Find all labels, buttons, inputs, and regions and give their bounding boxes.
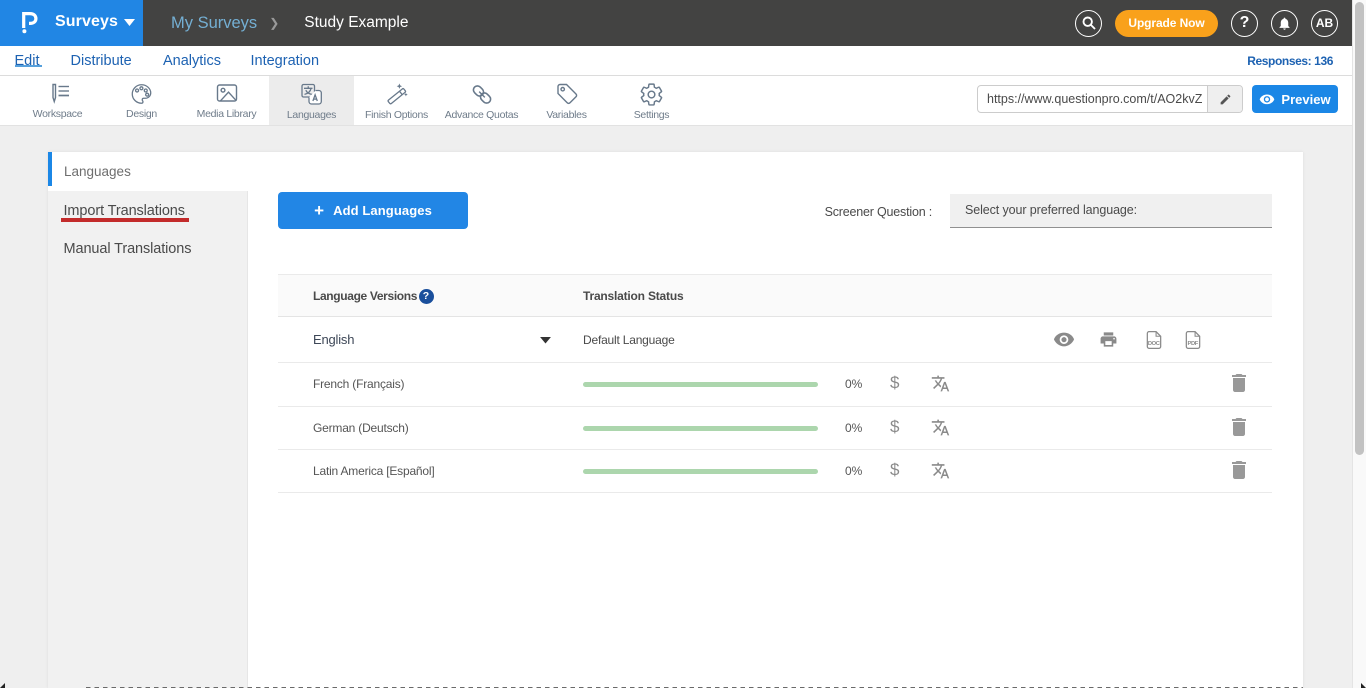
svg-text:PDF: PDF xyxy=(1187,340,1198,346)
svg-text:DOC: DOC xyxy=(1148,340,1161,346)
